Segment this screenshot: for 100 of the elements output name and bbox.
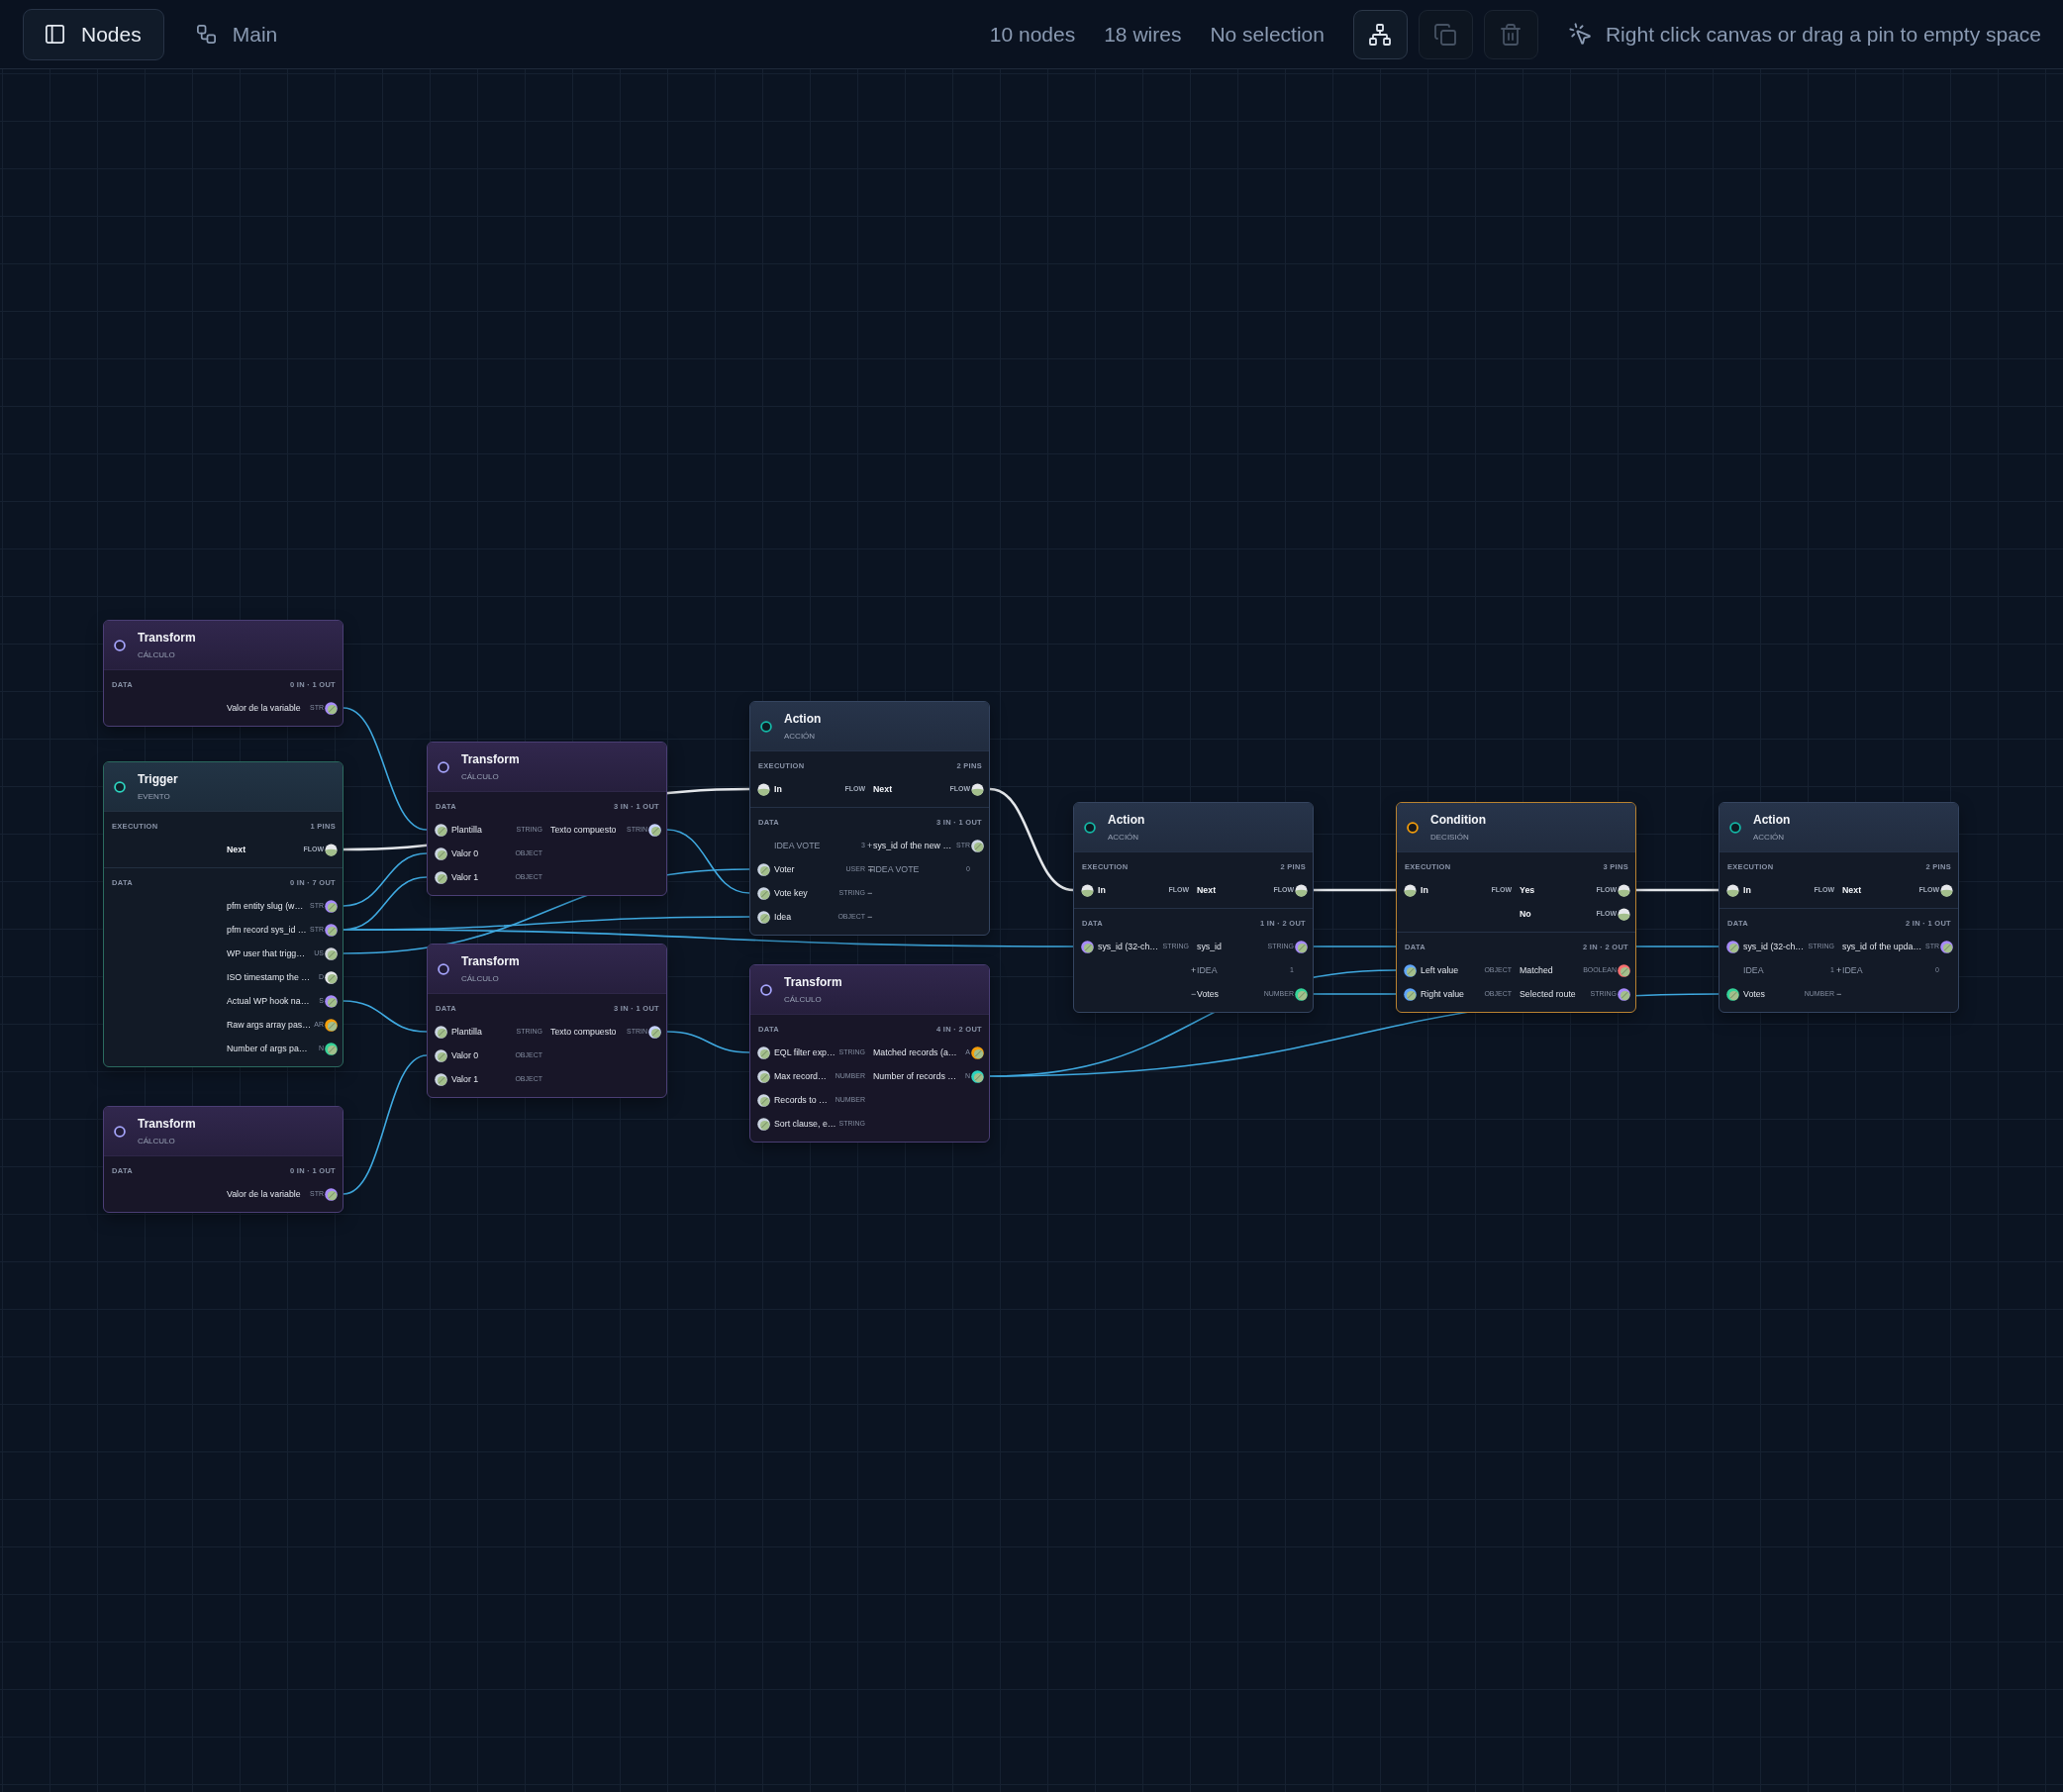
pin-label: Valor de la variable — [227, 702, 301, 714]
node-count: 10 nodes — [989, 22, 1076, 47]
sidebar-toggle-button[interactable]: Nodes — [23, 8, 164, 60]
data-pin-icon[interactable] — [325, 1042, 338, 1055]
pin-label: pfm entity slug (w… — [227, 900, 304, 912]
data-pin-icon[interactable] — [971, 1069, 984, 1083]
data-pin-icon[interactable] — [435, 1025, 447, 1039]
pin-label: Max record… — [774, 1070, 827, 1082]
data-pin-icon[interactable] — [757, 1093, 770, 1107]
node-category: CÁLCULO — [461, 973, 499, 984]
status-ring-icon — [760, 720, 772, 733]
pin-label: Yes — [1520, 884, 1535, 896]
data-pin-icon[interactable] — [757, 1045, 770, 1059]
node-title: Condition — [1430, 812, 1486, 828]
pin-label: IDEA VOTE — [774, 840, 821, 851]
flow-pin-icon[interactable] — [757, 782, 770, 796]
data-pin-icon[interactable] — [1404, 963, 1417, 977]
cursor-click-icon — [1567, 22, 1593, 47]
data-pin-icon[interactable] — [325, 701, 338, 715]
stepper-sign: ∓ — [867, 863, 875, 875]
data-pin-icon[interactable] — [325, 1018, 338, 1032]
node-category: CÁLCULO — [784, 994, 822, 1005]
pin-label: Sort clause, e… — [774, 1118, 836, 1130]
data-pin-icon[interactable] — [1081, 940, 1094, 953]
node-title: Action — [1753, 812, 1791, 828]
pin-label: sys_id (32-ch… — [1743, 941, 1805, 952]
auto-layout-button[interactable] — [1352, 9, 1408, 59]
data-pin-icon[interactable] — [325, 970, 338, 984]
pin-label: Texto compuesto — [550, 824, 617, 836]
pin-label: Idea — [774, 911, 792, 923]
pin-label: Number of records … — [873, 1070, 957, 1082]
data-pin-icon[interactable] — [325, 923, 338, 937]
flow-pin-icon[interactable] — [1081, 883, 1094, 897]
stepper-sign: + — [1191, 964, 1197, 976]
data-pin-icon[interactable] — [648, 1025, 661, 1039]
data-pin-icon[interactable] — [1726, 940, 1739, 953]
status-ring-icon — [1729, 821, 1741, 834]
flow-pin-icon[interactable] — [971, 782, 984, 796]
data-pin-icon[interactable] — [435, 846, 447, 860]
flow-pin-icon[interactable] — [1940, 883, 1953, 897]
node-category: ACCIÓN — [784, 731, 816, 742]
graph-selector[interactable]: Main — [194, 22, 278, 47]
data-pin-icon[interactable] — [648, 823, 661, 837]
status-ring-icon — [438, 760, 449, 773]
flow-pin-icon[interactable] — [1618, 883, 1630, 897]
data-pin-icon[interactable] — [325, 994, 338, 1008]
data-pin-icon[interactable] — [435, 1048, 447, 1062]
data-pin-icon[interactable] — [325, 899, 338, 913]
data-pin-icon[interactable] — [1404, 987, 1417, 1001]
node-card[interactable] — [103, 761, 344, 1067]
pin-label: Next — [1197, 884, 1217, 896]
data-pin-icon[interactable] — [1618, 987, 1630, 1001]
data-pin-icon[interactable] — [971, 1045, 984, 1059]
stepper-sign: + — [1836, 964, 1842, 976]
flow-pin-icon[interactable] — [1404, 883, 1417, 897]
node-title: Action — [1108, 812, 1145, 828]
pin-label: Plantilla — [451, 1026, 482, 1038]
pin-label: Texto compuesto — [550, 1026, 617, 1038]
sidebar-icon — [44, 23, 66, 46]
status-ring-icon — [438, 962, 449, 975]
status-ring-icon — [114, 780, 126, 793]
node-category: ACCIÓN — [1753, 832, 1785, 843]
data-pin-icon[interactable] — [325, 946, 338, 960]
pin-label: Actual WP hook na… — [227, 995, 310, 1007]
data-pin-icon[interactable] — [435, 1072, 447, 1086]
data-pin-icon[interactable] — [757, 1069, 770, 1083]
pin-label: Right value — [1421, 988, 1464, 1000]
pin-label: ISO timestamp the … — [227, 971, 311, 983]
wire-count: 18 wires — [1104, 22, 1182, 47]
data-pin-icon[interactable] — [1940, 940, 1953, 953]
data-pin-icon[interactable] — [435, 870, 447, 884]
flow-pin-icon[interactable] — [1726, 883, 1739, 897]
data-pin-icon[interactable] — [1295, 940, 1308, 953]
pin-label: pfm record sys_id … — [227, 924, 307, 936]
data-pin-icon[interactable] — [435, 823, 447, 837]
data-pin-icon[interactable] — [325, 1187, 338, 1201]
pin-label: Records to … — [774, 1094, 828, 1106]
data-pin-icon[interactable] — [757, 862, 770, 876]
pin-label: sys_id of the new … — [873, 840, 952, 851]
flow-pin-icon[interactable] — [1295, 883, 1308, 897]
data-pin-icon[interactable] — [1618, 963, 1630, 977]
pin-label: Valor 0 — [451, 847, 479, 859]
data-pin-icon[interactable] — [757, 886, 770, 900]
pin-label: Valor de la variable — [227, 1188, 301, 1200]
data-pin-icon[interactable] — [1295, 987, 1308, 1001]
data-pin-icon[interactable] — [1726, 987, 1739, 1001]
pin-label: Votes — [1743, 988, 1765, 1000]
pin-label: sys_id of the upda… — [1842, 941, 1922, 952]
data-pin-icon[interactable] — [757, 1117, 770, 1131]
pin-label: Votes — [1197, 988, 1219, 1000]
hint-text: Right click canvas or drag a pin to empty space — [1605, 22, 2041, 47]
status-ring-icon — [760, 983, 772, 996]
pin-label: Valor 0 — [451, 1049, 479, 1061]
flow-pin-icon[interactable] — [325, 843, 338, 856]
data-pin-icon[interactable] — [757, 910, 770, 924]
stepper-sign: − — [867, 911, 873, 923]
flow-pin-icon[interactable] — [1618, 907, 1630, 921]
node-category: CÁLCULO — [138, 1136, 175, 1146]
pin-label: Vote key — [774, 887, 808, 899]
data-pin-icon[interactable] — [971, 839, 984, 852]
